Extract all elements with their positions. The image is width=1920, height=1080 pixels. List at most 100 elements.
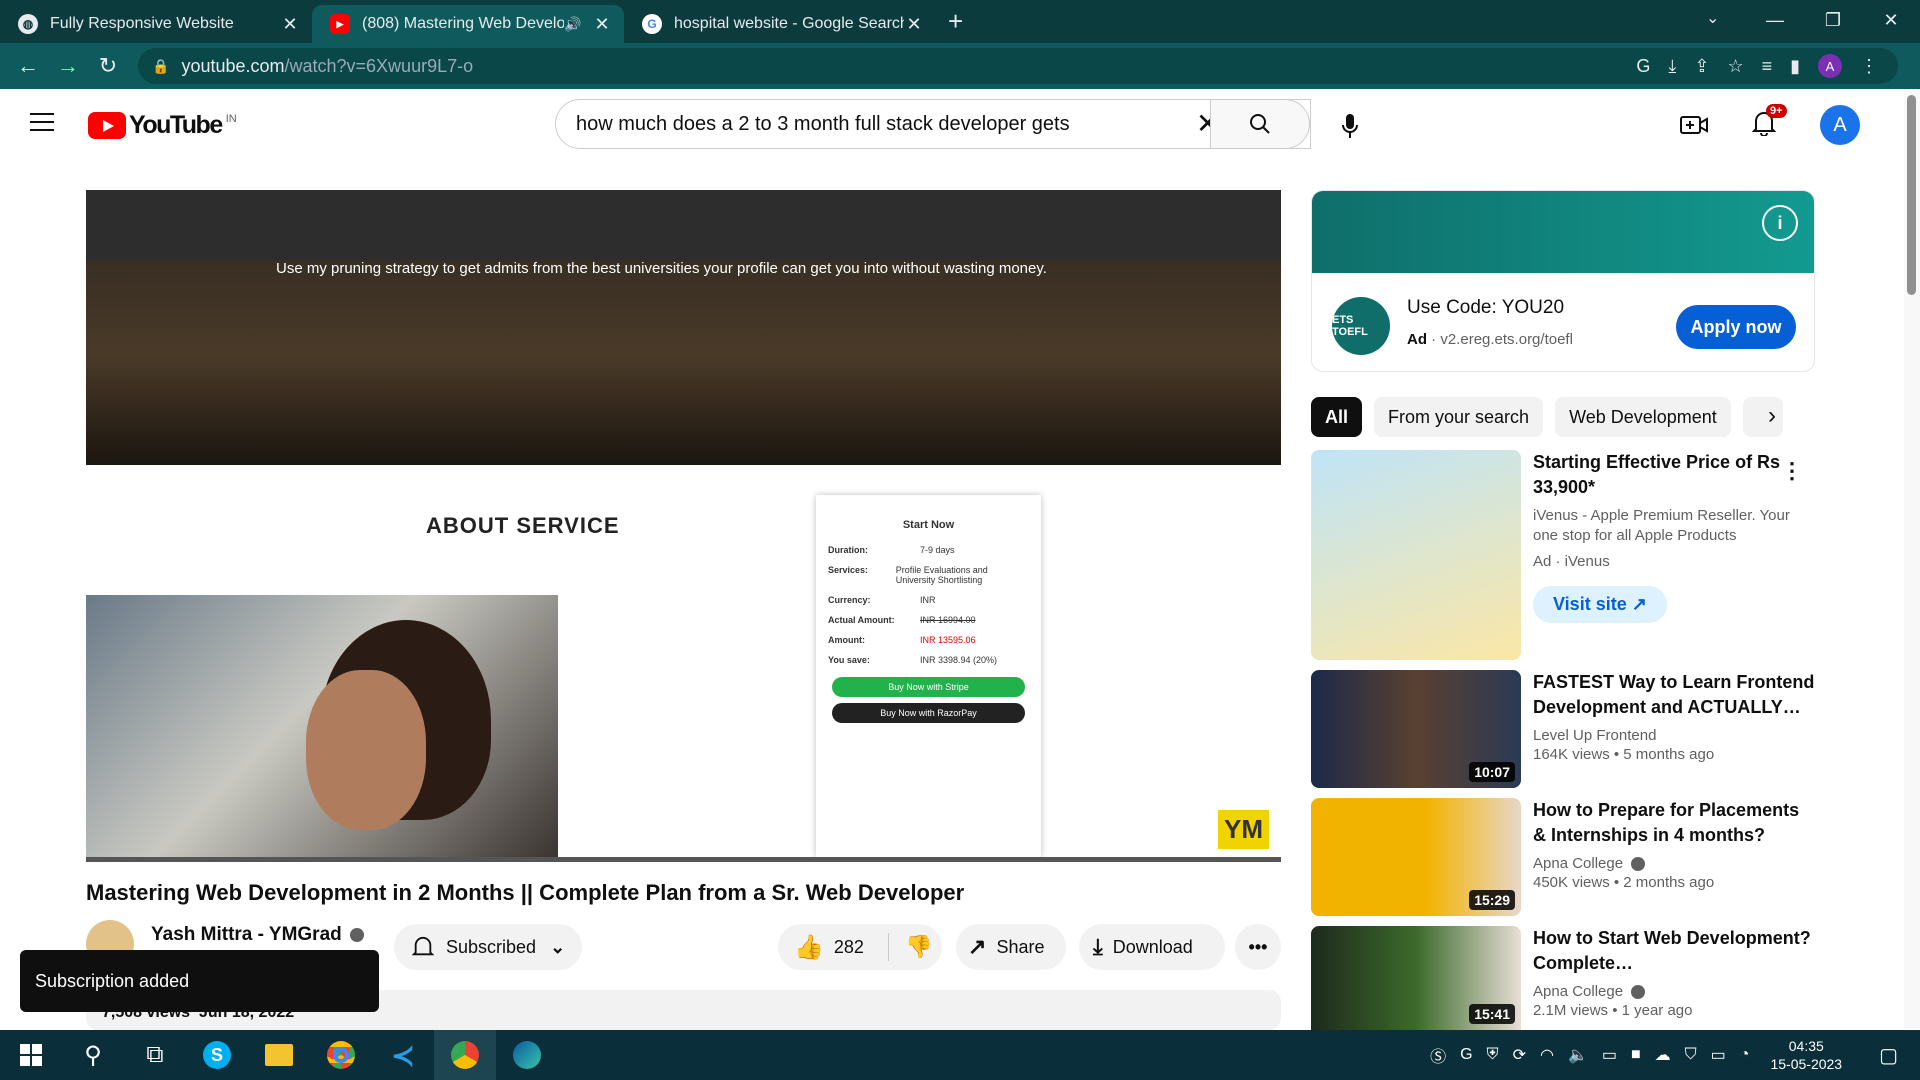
new-tab-button[interactable]: + <box>948 6 963 37</box>
duration-badge: 10:07 <box>1469 762 1515 782</box>
speaker-icon[interactable]: 🔊 <box>564 16 584 33</box>
more-actions-button[interactable]: ••• <box>1235 924 1281 970</box>
thumbs-up-icon[interactable]: 👍 <box>794 933 824 962</box>
recommendation-video[interactable]: 15:41 How to Start Web Development? Comp… <box>1311 926 1815 1030</box>
search-icon[interactable]: ⚲ <box>62 1030 124 1080</box>
chip-partial[interactable] <box>1742 397 1783 437</box>
chip-web-development[interactable]: Web Development <box>1555 397 1731 437</box>
battery-icon[interactable]: ▭ <box>1711 1045 1726 1065</box>
more-vert-icon[interactable]: ⋮ <box>1781 458 1803 484</box>
recommendation-channel[interactable]: Apna College <box>1533 854 1815 874</box>
voice-search-button[interactable] <box>1330 106 1370 146</box>
network-icon[interactable]: ◔ <box>1740 1046 1750 1064</box>
sync-icon[interactable]: ⟳ <box>1513 1045 1526 1065</box>
scrollbar-thumb[interactable] <box>1907 95 1916 295</box>
embedded-browser-chrome <box>86 190 1281 260</box>
vscode-icon[interactable]: ≺ <box>372 1030 434 1080</box>
recommendation-video[interactable]: 15:29 How to Prepare for Placements & In… <box>1311 798 1815 916</box>
google-tray-icon[interactable]: G <box>1460 1046 1472 1064</box>
video-progress-bar[interactable] <box>86 857 1281 862</box>
recommendation-channel[interactable]: Apna College <box>1533 982 1815 1002</box>
address-bar[interactable]: 🔒 youtube.com/watch?v=6Xwuur9L7-o G ⤓ ⇪ … <box>138 48 1898 84</box>
notifications-button[interactable]: 9+ <box>1751 103 1787 141</box>
app-tray-icon[interactable]: ■ <box>1631 1046 1641 1064</box>
recommendation-thumbnail[interactable]: 15:41 <box>1311 926 1521 1030</box>
chip-from-your-search[interactable]: From your search <box>1374 397 1544 437</box>
taskbar-clock[interactable]: 04:35 15-05-2023 <box>1770 1037 1842 1073</box>
chrome-icon[interactable] <box>310 1030 372 1080</box>
recommendation-title[interactable]: How to Prepare for Placements & Internsh… <box>1533 798 1815 848</box>
skype-icon[interactable]: S <box>186 1030 248 1080</box>
task-view-icon[interactable]: ⧉ <box>124 1030 186 1080</box>
media-control-icon[interactable]: ≡ <box>1762 56 1773 77</box>
file-explorer-icon[interactable] <box>248 1030 310 1080</box>
start-button[interactable] <box>0 1030 62 1080</box>
create-video-icon[interactable] <box>1680 114 1708 136</box>
skype-tray-icon[interactable]: Ⓢ <box>1430 1043 1446 1067</box>
chevron-right-icon[interactable]: › <box>1768 402 1776 430</box>
like-count[interactable]: 282 <box>834 937 864 958</box>
close-tab-icon[interactable]: ✕ <box>904 14 924 35</box>
lock-icon[interactable]: 🔒 <box>152 58 169 75</box>
security-icon[interactable]: ⛉ <box>1685 1046 1697 1064</box>
channel-name[interactable]: Yash Mittra - YMGrad <box>151 924 364 946</box>
back-icon[interactable]: ← <box>8 53 48 79</box>
recommendation-thumbnail[interactable] <box>1311 450 1521 660</box>
ad-headline[interactable]: Use Code: YOU20 <box>1407 297 1564 319</box>
youtube-logo[interactable]: YouTube IN <box>88 111 237 140</box>
recommendation-thumbnail[interactable]: 10:07 <box>1311 670 1521 788</box>
menu-icon[interactable] <box>30 113 54 133</box>
browser-tab-3[interactable]: G hospital website - Google Search ✕ <box>624 5 936 43</box>
info-icon[interactable]: i <box>1762 205 1798 241</box>
recommendation-channel[interactable]: Level Up Frontend <box>1533 726 1815 746</box>
share-button[interactable]: ↗ Share <box>956 924 1066 970</box>
cloud-icon[interactable]: ☁ <box>1655 1045 1671 1065</box>
chrome-profile-icon[interactable] <box>434 1030 496 1080</box>
profile-avatar[interactable]: A <box>1818 54 1842 78</box>
chip-all[interactable]: All <box>1311 397 1363 437</box>
install-icon[interactable]: ⤓ <box>1668 56 1676 77</box>
sponsored-ad-card[interactable]: i ETS TOEFL Use Code: YOU20 Ad · v2.ereg… <box>1311 190 1815 372</box>
wifi-icon[interactable]: ◠ <box>1540 1045 1554 1065</box>
close-tab-icon[interactable]: ✕ <box>592 14 612 35</box>
maximize-button[interactable]: ❐ <box>1804 0 1862 40</box>
chrome-menu-icon[interactable]: ⋮ <box>1860 56 1878 77</box>
recommendation-title[interactable]: How to Start Web Development? Complete… <box>1533 926 1815 976</box>
embedded-card-title: Start Now <box>902 519 955 531</box>
video-player[interactable]: Use my pruning strategy to get admits fr… <box>86 190 1281 862</box>
recommendation-ad[interactable]: Starting Effective Price of Rs 33,900* i… <box>1311 450 1815 660</box>
edge-icon[interactable] <box>496 1030 558 1080</box>
advertiser-logo[interactable]: ETS TOEFL <box>1332 297 1390 355</box>
close-window-button[interactable]: ✕ <box>1862 0 1920 40</box>
download-button[interactable]: ⤓ Download <box>1079 924 1225 970</box>
notification-center-icon[interactable]: ▢ <box>1879 1043 1898 1068</box>
search-button[interactable] <box>1210 99 1310 149</box>
visit-site-button[interactable]: Visit site ↗ <box>1533 586 1667 623</box>
forward-icon[interactable]: → <box>48 53 88 79</box>
reload-icon[interactable]: ↻ <box>88 53 128 79</box>
recommendation-title[interactable]: FASTEST Way to Learn Frontend Developmen… <box>1533 670 1815 720</box>
recommendation-title[interactable]: Starting Effective Price of Rs 33,900* <box>1533 450 1815 500</box>
windows-logo-icon <box>20 1044 42 1066</box>
browser-tab-2[interactable]: ▶ (808) Mastering Web Develo 🔊 ✕ <box>312 5 624 43</box>
close-tab-icon[interactable]: ✕ <box>280 14 300 35</box>
share-arrow-icon: ↗ <box>968 934 987 959</box>
volume-icon[interactable]: 🔈 <box>1568 1045 1588 1065</box>
account-avatar[interactable]: A <box>1820 105 1860 145</box>
recommendation-video[interactable]: 10:07 FASTEST Way to Learn Frontend Deve… <box>1311 670 1815 788</box>
tab-search-icon[interactable]: ⌄ <box>1706 8 1719 28</box>
subscribed-button[interactable]: Subscribed ⌄ <box>394 924 582 970</box>
recommendation-thumbnail[interactable]: 15:29 <box>1311 798 1521 916</box>
google-lens-icon[interactable]: G <box>1636 56 1650 77</box>
antivirus-icon[interactable]: ⛨ <box>1487 1046 1499 1064</box>
share-icon[interactable]: ⇪ <box>1694 56 1709 77</box>
thumbs-down-icon[interactable]: 👎 <box>905 934 932 960</box>
system-tray: Ⓢ G ⛨ ⟳ ◠ 🔈 ▭ ■ ☁ ⛉ ▭ ◔ 04:35 15-05-2023… <box>1423 1030 1920 1080</box>
minimize-button[interactable]: — <box>1746 0 1804 40</box>
browser-tab-1[interactable]: ◍ Fully Responsive Website ✕ <box>0 5 312 43</box>
side-panel-icon[interactable]: ▮ <box>1790 56 1800 77</box>
bookmark-star-icon[interactable]: ☆ <box>1727 56 1743 77</box>
ad-banner-image[interactable]: i <box>1312 191 1814 273</box>
apply-now-button[interactable]: Apply now <box>1676 305 1796 349</box>
display-icon[interactable]: ▭ <box>1602 1045 1617 1065</box>
